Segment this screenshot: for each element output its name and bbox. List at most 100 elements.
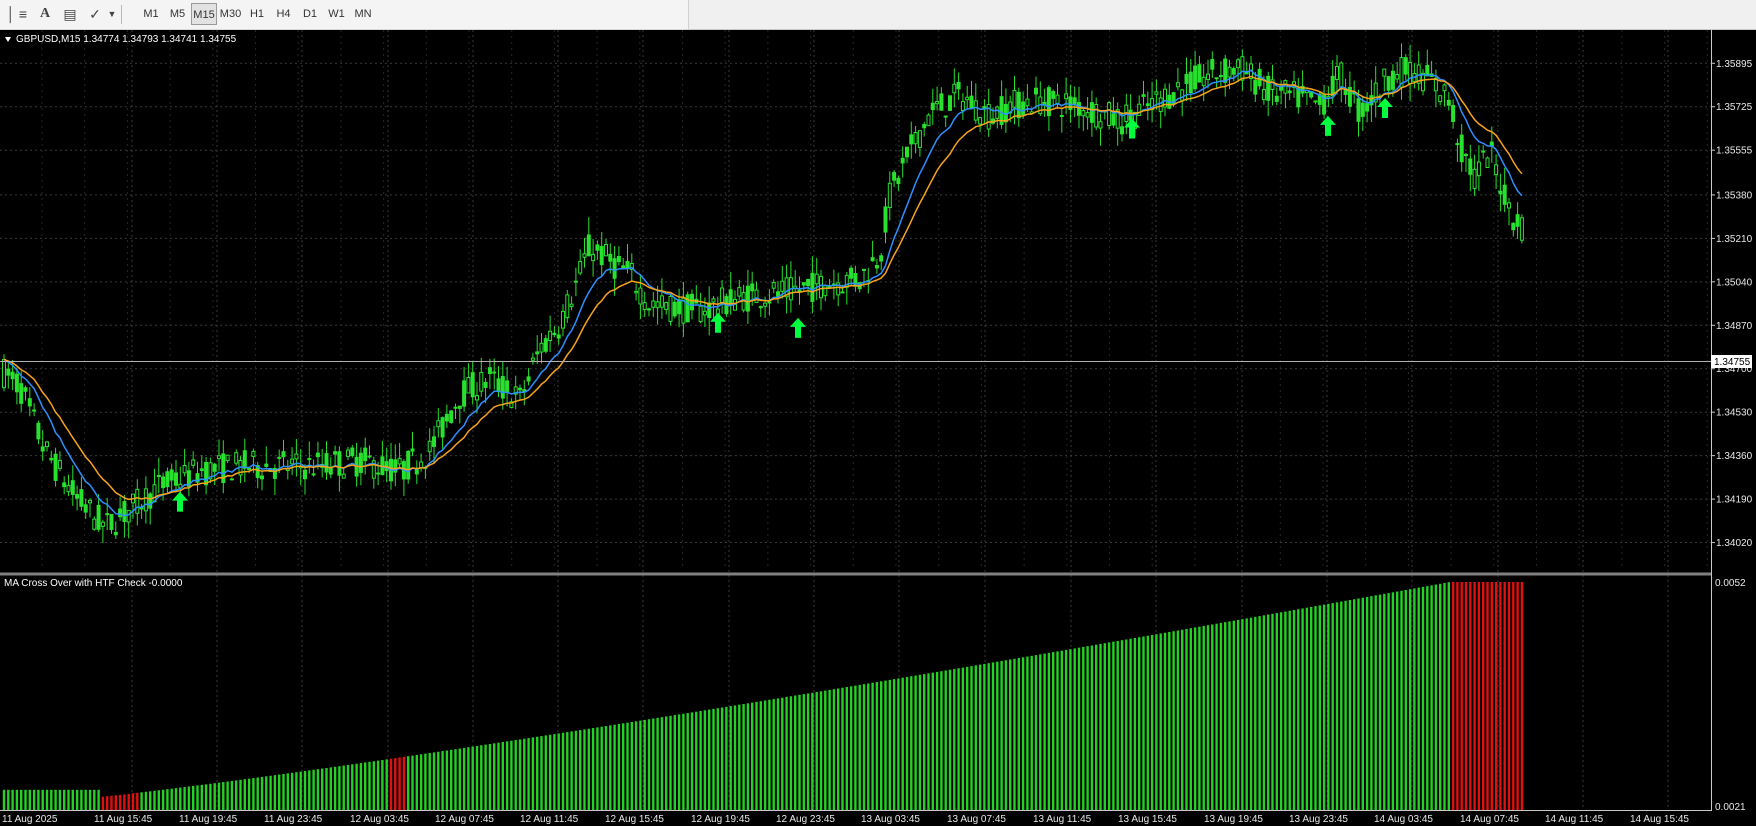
histogram-bar bbox=[1340, 601, 1343, 810]
candle-body bbox=[337, 451, 342, 476]
candle-body bbox=[810, 272, 815, 302]
histogram-bar bbox=[759, 701, 762, 810]
histogram-bar bbox=[832, 689, 836, 810]
histogram-bar bbox=[1120, 640, 1124, 810]
buy-arrow-icon bbox=[172, 491, 188, 512]
histogram-bar bbox=[867, 683, 870, 810]
histogram-bar bbox=[1112, 641, 1115, 810]
histogram-bar bbox=[914, 675, 917, 810]
candle-body bbox=[651, 300, 656, 308]
candle-body bbox=[303, 469, 307, 480]
histogram-bar bbox=[67, 789, 70, 810]
time-label: 13 Aug 07:45 bbox=[947, 814, 1006, 825]
candle-body bbox=[118, 508, 123, 518]
text-label-icon[interactable]: ▤ bbox=[59, 3, 81, 25]
histogram-bar bbox=[1155, 634, 1158, 810]
collapse-triangle-icon[interactable] bbox=[5, 37, 11, 42]
candle-body bbox=[1403, 57, 1408, 75]
histogram-bar bbox=[970, 666, 973, 810]
histogram-bar bbox=[1017, 658, 1020, 810]
candle-body bbox=[1016, 91, 1021, 119]
candle-body bbox=[647, 308, 651, 311]
candle-body bbox=[1141, 94, 1146, 97]
histogram-bar bbox=[755, 701, 758, 810]
histogram-bar bbox=[28, 789, 31, 810]
candle-body bbox=[307, 458, 312, 461]
histogram-bar bbox=[1159, 633, 1162, 810]
histogram-bar bbox=[1211, 624, 1214, 810]
histogram-bar bbox=[647, 719, 651, 810]
histogram-bar bbox=[1387, 593, 1390, 810]
timeframe-d1-button[interactable]: D1 bbox=[297, 3, 323, 25]
histogram-bar bbox=[1138, 637, 1141, 810]
candle-body bbox=[535, 351, 540, 355]
timeframe-m5-button[interactable]: M5 bbox=[165, 3, 191, 25]
candle-body bbox=[350, 447, 355, 457]
time-label: 13 Aug 15:45 bbox=[1118, 814, 1177, 825]
histogram-bar bbox=[286, 773, 289, 810]
candle-body bbox=[965, 96, 970, 101]
histogram-bar bbox=[2, 789, 6, 810]
histogram-bar bbox=[20, 789, 23, 810]
histogram-bar bbox=[1370, 596, 1373, 810]
histogram-bar bbox=[789, 696, 793, 810]
histogram-bar bbox=[617, 724, 621, 810]
timeframe-m30-button[interactable]: M30 bbox=[218, 3, 244, 25]
histogram-bar bbox=[531, 737, 535, 810]
candle-body bbox=[763, 302, 768, 307]
candle-body bbox=[466, 376, 471, 394]
candle-body bbox=[1335, 65, 1339, 81]
candle-body bbox=[1360, 102, 1365, 117]
candle-body bbox=[126, 510, 131, 523]
timeframe-h1-button[interactable]: H1 bbox=[244, 3, 270, 25]
timeframe-m1-button[interactable]: M1 bbox=[138, 3, 164, 25]
candle-body bbox=[1279, 86, 1284, 91]
histogram-bar bbox=[957, 668, 960, 810]
histogram-bar bbox=[785, 696, 788, 810]
time-label: 13 Aug 03:45 bbox=[861, 814, 920, 825]
candle-body bbox=[595, 244, 600, 251]
candle-body bbox=[234, 452, 239, 464]
candle-body bbox=[2, 358, 6, 389]
candle-body bbox=[1442, 84, 1447, 92]
price-chart[interactable]: 1.35895 1.35725 1.35555 1.35380 1.35210 1.350… bbox=[0, 30, 1756, 826]
timeframe-mn-button[interactable]: MN bbox=[350, 3, 376, 25]
candle-body bbox=[53, 453, 58, 481]
horizontal-lines-icon[interactable]: ≡ bbox=[12, 3, 34, 25]
histogram-bar bbox=[1305, 607, 1309, 810]
candle-body bbox=[1261, 88, 1266, 101]
histogram-bar bbox=[802, 694, 805, 810]
histogram-bar bbox=[1503, 582, 1506, 810]
chevron-down-icon[interactable]: ▼ bbox=[101, 3, 123, 25]
text-tool-icon[interactable]: A bbox=[34, 3, 56, 25]
candle-body bbox=[122, 501, 127, 522]
histogram-bar bbox=[918, 674, 922, 810]
candle-body bbox=[57, 459, 62, 469]
histogram-bar bbox=[604, 726, 608, 810]
timeframe-h4-button[interactable]: H4 bbox=[271, 3, 297, 25]
candle-body bbox=[935, 100, 940, 105]
histogram-bar bbox=[1297, 609, 1300, 810]
histogram-bar bbox=[579, 730, 582, 810]
histogram-bar bbox=[553, 734, 556, 810]
timeframe-m15-button[interactable]: M15 bbox=[191, 3, 217, 25]
histogram-bar bbox=[884, 680, 887, 810]
histogram-bar bbox=[660, 717, 664, 810]
histogram-bar bbox=[454, 749, 457, 810]
candle-body bbox=[926, 114, 931, 127]
histogram-bar bbox=[428, 753, 431, 810]
candle-body bbox=[840, 291, 845, 294]
histogram-bar bbox=[480, 745, 483, 810]
candle-body bbox=[1476, 161, 1481, 177]
histogram-bar bbox=[239, 779, 242, 810]
histogram-bar bbox=[458, 748, 461, 810]
histogram-bar bbox=[1090, 645, 1094, 810]
timeframe-w1-button[interactable]: W1 bbox=[324, 3, 350, 25]
histogram-bar bbox=[303, 770, 307, 810]
candle-body bbox=[247, 467, 252, 470]
candle-body bbox=[690, 293, 694, 311]
histogram-bar bbox=[837, 688, 840, 810]
histogram-bar bbox=[376, 760, 380, 810]
candle-body bbox=[1356, 98, 1361, 122]
histogram-bar bbox=[355, 763, 358, 810]
